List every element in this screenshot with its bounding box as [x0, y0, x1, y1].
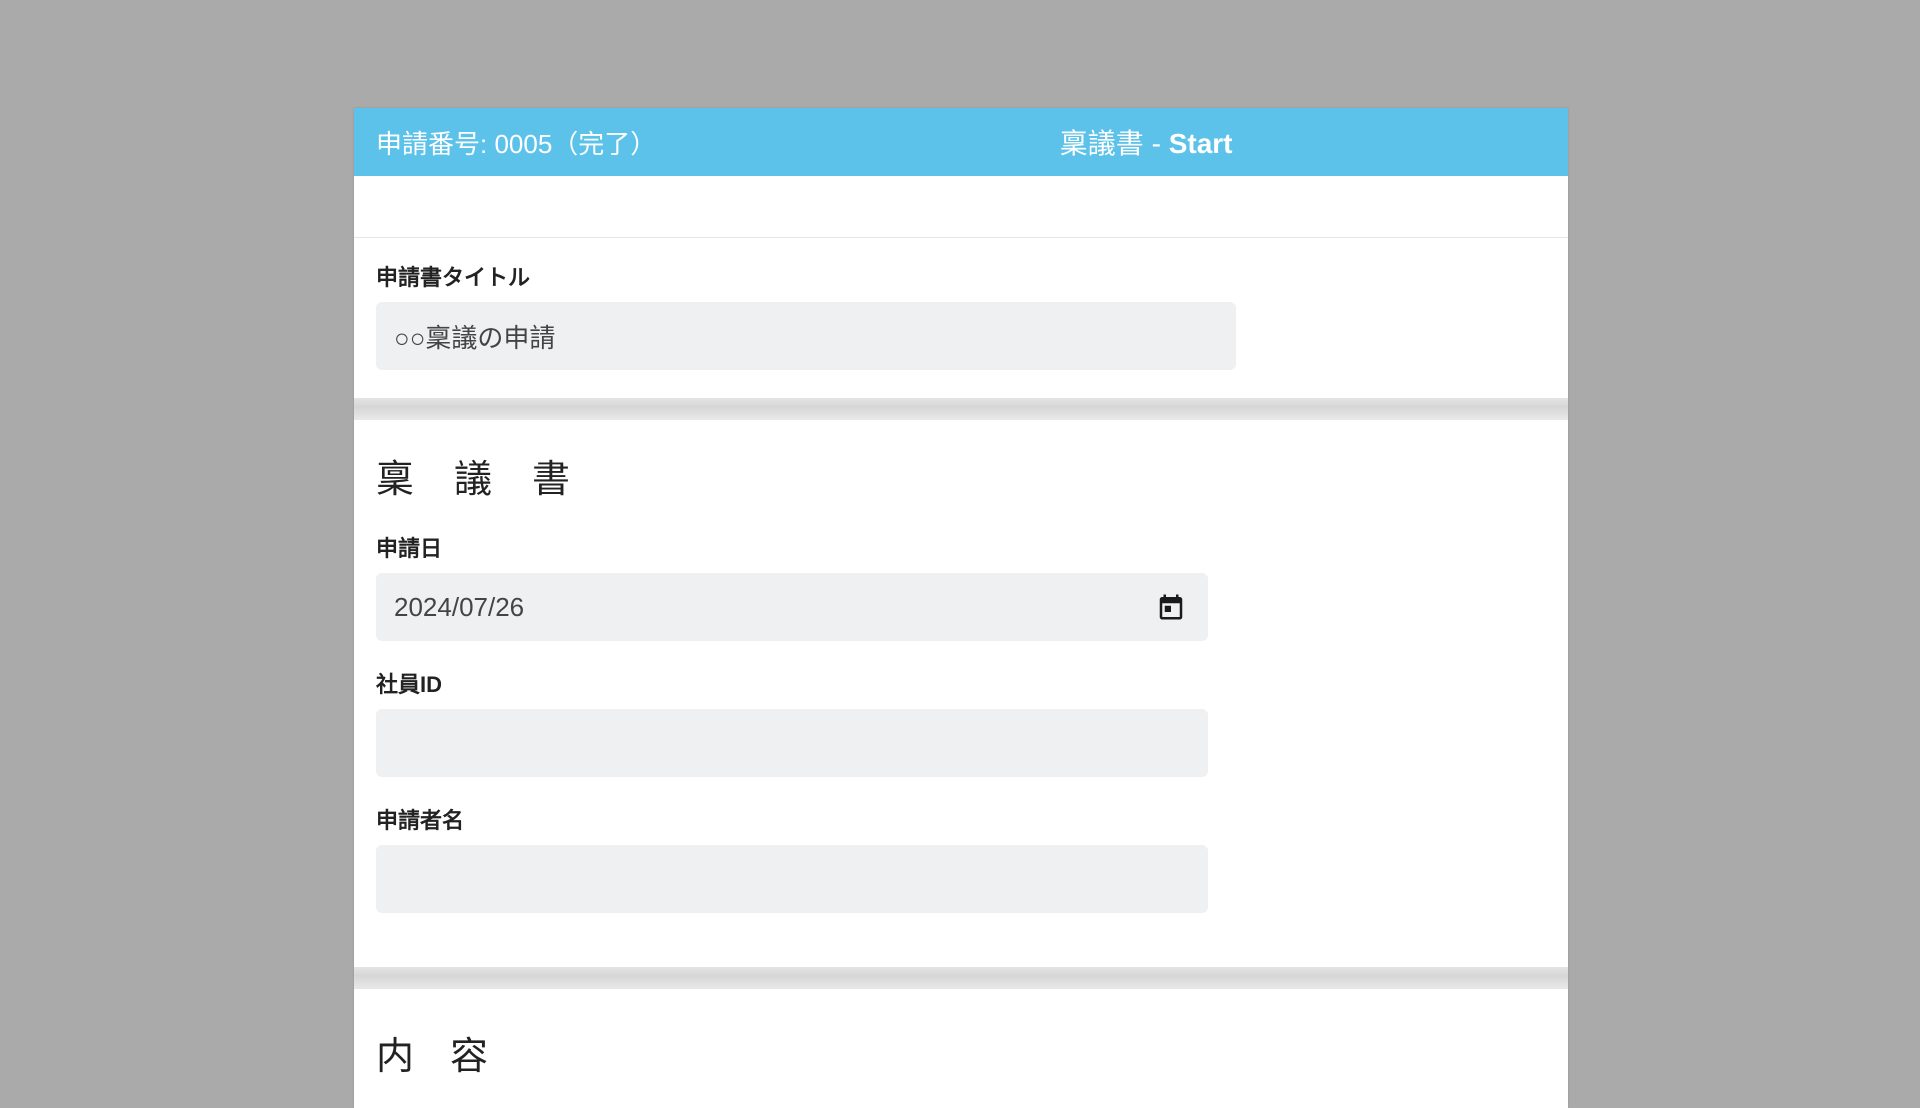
toolbar-spacer [354, 176, 1568, 238]
application-date-value: 2024/07/26 [394, 592, 524, 623]
application-date-input[interactable]: 2024/07/26 [376, 573, 1208, 641]
content-section: 内容 [354, 989, 1568, 1108]
section-divider [354, 398, 1568, 420]
form-container: 申請番号: 0005（完了） 稟議書 - Start 申請書タイトル ○○稟議の… [354, 108, 1568, 1108]
section-divider-2 [354, 967, 1568, 989]
application-title-value: ○○稟議の申請 [394, 318, 555, 355]
header-title-prefix: 稟議書 - [1060, 128, 1169, 159]
application-number: 申請番号: 0005（完了） [376, 124, 656, 161]
title-section: 申請書タイトル ○○稟議の申請 [354, 238, 1568, 398]
header-title-bold: Start [1169, 128, 1233, 159]
applicant-name-label: 申請者名 [376, 803, 1546, 835]
employee-id-input[interactable] [376, 709, 1208, 777]
ringi-heading: 稟議書 [376, 448, 1546, 503]
content-heading: 内容 [376, 1025, 1546, 1080]
calendar-icon[interactable] [1156, 592, 1186, 622]
ringi-section: 稟議書 申請日 2024/07/26 社員ID [354, 420, 1568, 967]
header-title: 稟議書 - Start [656, 122, 1546, 162]
application-title-label: 申請書タイトル [376, 260, 1546, 292]
application-title-input[interactable]: ○○稟議の申請 [376, 302, 1236, 370]
header-bar: 申請番号: 0005（完了） 稟議書 - Start [354, 108, 1568, 176]
employee-id-label: 社員ID [376, 667, 1546, 699]
application-date-label: 申請日 [376, 531, 1546, 563]
applicant-name-input[interactable] [376, 845, 1208, 913]
